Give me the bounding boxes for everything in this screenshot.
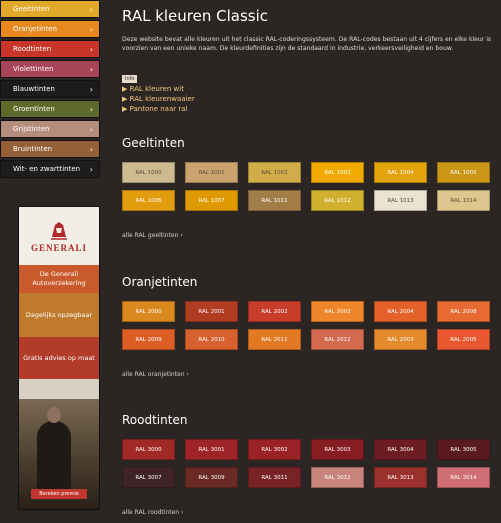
color-swatch[interactable]: RAL 2001	[185, 301, 238, 322]
color-swatch[interactable]: RAL 1014	[437, 190, 490, 211]
sidebar-item-label: Roodtinten	[13, 45, 52, 53]
chevron-right-icon: ›	[89, 144, 93, 154]
color-swatch[interactable]: RAL 3013	[374, 467, 427, 488]
chevron-right-icon: ›	[89, 84, 93, 94]
color-swatch[interactable]: RAL 1011	[248, 190, 301, 211]
color-swatch[interactable]: RAL 1005	[437, 162, 490, 183]
quick-link[interactable]: ▶ Pantone naar ral	[122, 104, 494, 114]
chevron-right-icon: ›	[89, 124, 93, 134]
color-swatch[interactable]: RAL 2004	[374, 301, 427, 322]
color-swatch[interactable]: RAL 3003	[311, 439, 364, 460]
color-swatch[interactable]: RAL 3011	[248, 467, 301, 488]
brand-name: GENERALI	[30, 243, 87, 253]
sidebar-item-wit-en-zwarttinten[interactable]: Wit- en zwarttinten ›	[0, 160, 100, 178]
view-all-label: alle RAL geeltinten	[122, 232, 179, 239]
sidebar-item-label: Blauwtinten	[13, 85, 55, 93]
view-all-link[interactable]: alle RAL roodtinten ›	[122, 509, 183, 516]
color-swatch[interactable]: RAL 1003	[311, 162, 364, 183]
person-figure	[37, 421, 71, 499]
color-swatch[interactable]: RAL 1007	[185, 190, 238, 211]
ad-message: Dagelijks opzegbaar	[19, 293, 99, 337]
color-swatch[interactable]: RAL 3005	[437, 439, 490, 460]
color-swatch[interactable]: RAL 1004	[374, 162, 427, 183]
ad-photo: Bereken premie	[19, 399, 99, 509]
color-swatch[interactable]: RAL 1012	[311, 190, 364, 211]
section-title: Roodtinten	[122, 413, 188, 427]
ad-message: De Generali Autoverzekering	[19, 265, 99, 293]
color-swatch[interactable]: RAL 1000	[122, 162, 175, 183]
chevron-right-icon: ›	[89, 104, 93, 114]
view-all-link[interactable]: alle RAL geeltinten ›	[122, 232, 183, 239]
sidebar-item-oranjetinten[interactable]: Oranjetinten ›	[0, 20, 100, 38]
chevron-right-icon: ›	[178, 232, 183, 239]
color-swatch[interactable]: RAL 3014	[437, 467, 490, 488]
lion-icon	[51, 222, 67, 240]
color-swatch[interactable]: RAL 3002	[248, 439, 301, 460]
sidebar-item-label: Grijstinten	[13, 125, 50, 133]
sidebar-item-roodtinten[interactable]: Roodtinten ›	[0, 40, 100, 58]
sidebar-item-label: Violettinten	[13, 65, 54, 73]
sidebar-item-label: Groentinten	[13, 105, 55, 113]
color-swatch[interactable]: RAL 2002	[248, 301, 301, 322]
quick-link[interactable]: ▶ RAL kleuren wit	[122, 84, 494, 94]
color-swatch-grid: RAL 3000 RAL 3001 RAL 3002 RAL 3003 RAL 3004…	[122, 439, 490, 488]
color-swatch[interactable]: RAL 2008	[437, 301, 490, 322]
sidebar-item-grijstinten[interactable]: Grijstinten ›	[0, 120, 100, 138]
color-swatch[interactable]: RAL 3001	[185, 439, 238, 460]
advertisement-banner[interactable]: GENERALI De Generali Autoverzekering Dage…	[18, 206, 100, 510]
chevron-right-icon: ›	[89, 164, 93, 174]
chevron-right-icon: ›	[179, 509, 184, 516]
intro-text: Deze website bevat alle kleuren uit het …	[122, 36, 492, 53]
sidebar-item-geeltinten[interactable]: Geeltinten ›	[0, 0, 100, 18]
chevron-right-icon: ›	[89, 64, 93, 74]
section-title: Oranjetinten	[122, 275, 198, 289]
color-swatch[interactable]: RAL 2003	[374, 329, 427, 350]
section-title: Geeltinten	[122, 136, 185, 150]
sidebar-item-label: Oranjetinten	[13, 25, 57, 33]
sidebar-item-label: Wit- en zwarttinten	[13, 165, 81, 173]
color-swatch[interactable]: RAL 2000	[122, 301, 175, 322]
ad-message: Gratis advies op maat	[19, 337, 99, 379]
sidebar-item-label: Bruintinten	[13, 145, 53, 153]
chevron-right-icon: ›	[89, 4, 93, 14]
page-title: RAL kleuren Classic	[122, 7, 269, 25]
color-swatch[interactable]: RAL 3012	[311, 467, 364, 488]
view-all-link[interactable]: alle RAL oranjetinten ›	[122, 371, 189, 378]
generali-logo: GENERALI	[19, 207, 99, 265]
quick-links: ▶ RAL kleuren wit ▶ RAL kleurenwaaier ▶ Pa…	[122, 84, 494, 114]
color-swatch[interactable]: RAL 2009	[122, 329, 175, 350]
color-swatch[interactable]: RAL 1001	[185, 162, 238, 183]
color-swatch[interactable]: RAL 1006	[122, 190, 175, 211]
color-swatch[interactable]: RAL 2010	[185, 329, 238, 350]
color-swatch-grid: RAL 2000 RAL 2001 RAL 2002 RAL 2003 RAL 2004…	[122, 301, 490, 350]
info-badge: Info	[122, 75, 138, 84]
chevron-right-icon: ›	[184, 371, 189, 378]
sidebar-item-blauwtinten[interactable]: Blauwtinten ›	[0, 80, 100, 98]
color-swatch[interactable]: RAL 3000	[122, 439, 175, 460]
color-swatch[interactable]: RAL 1002	[248, 162, 301, 183]
color-swatch[interactable]: RAL 2012	[311, 329, 364, 350]
color-swatch[interactable]: RAL 3007	[122, 467, 175, 488]
chevron-right-icon: ›	[89, 24, 93, 34]
main-content: RAL kleuren Classic Deze website bevat a…	[122, 0, 494, 516]
quick-link[interactable]: ▶ RAL kleurenwaaier	[122, 94, 494, 104]
sidebar-item-violettinten[interactable]: Violettinten ›	[0, 60, 100, 78]
color-swatch[interactable]: RAL 2005	[437, 329, 490, 350]
sidebar-item-groentinten[interactable]: Groentinten ›	[0, 100, 100, 118]
sidebar-item-bruintinten[interactable]: Bruintinten ›	[0, 140, 100, 158]
color-swatch[interactable]: RAL 2003	[311, 301, 364, 322]
sidebar-item-label: Geeltinten	[13, 5, 50, 13]
color-swatch-grid: RAL 1000 RAL 1001 RAL 1002 RAL 1003 RAL 1004…	[122, 162, 490, 211]
color-swatch[interactable]: RAL 2011	[248, 329, 301, 350]
person-head	[47, 407, 61, 423]
calculate-premium-button[interactable]: Bereken premie	[31, 489, 87, 499]
view-all-label: alle RAL roodtinten	[122, 509, 180, 516]
color-swatch[interactable]: RAL 3009	[185, 467, 238, 488]
sidebar: Geeltinten › Oranjetinten › Roodtinten › Viole…	[0, 0, 100, 180]
chevron-right-icon: ›	[89, 44, 93, 54]
view-all-label: alle RAL oranjetinten	[122, 371, 185, 378]
color-swatch[interactable]: RAL 1013	[374, 190, 427, 211]
color-swatch[interactable]: RAL 3004	[374, 439, 427, 460]
